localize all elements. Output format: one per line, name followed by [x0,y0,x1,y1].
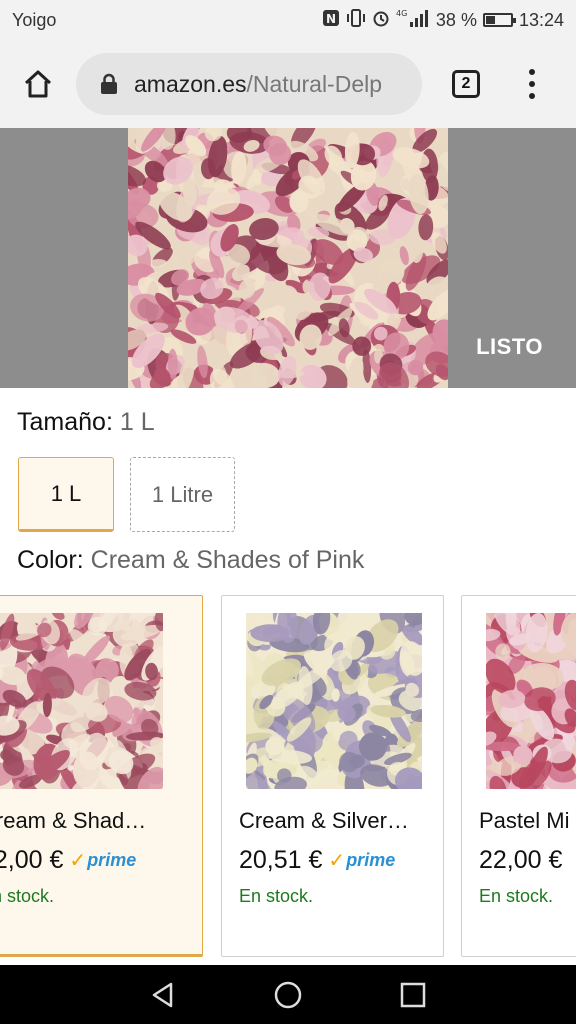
size-option-1-litre[interactable]: 1 Litre [130,457,235,532]
swatch-name: Cream & Silver… [239,808,409,833]
lock-icon [101,73,117,94]
prime-label: prime [346,850,396,870]
swatch-price: 20,51 € [239,846,323,874]
size-label: Tamaño: [17,408,113,436]
swatch-image [0,613,163,789]
carrier-name: Yoigo [12,9,57,30]
status-icons: N 4G 38 % 13:24 [322,8,564,33]
petals-thumbnail [246,613,422,789]
swatch-price: 22,00 € [479,846,563,874]
color-selected-value: Cream & Shades of Pink [90,546,365,574]
battery-icon [482,13,516,27]
home-button[interactable] [14,60,62,108]
tab-switcher-button[interactable]: 2 [446,64,486,104]
color-option-pastel-mix[interactable]: Pastel Mi 22,00 € En stock. [461,595,576,957]
vibrate-icon [346,8,366,32]
size-selected-value: 1 L [119,408,155,436]
home-circle-icon [274,981,302,1008]
petals-image [128,128,448,388]
back-icon [152,982,172,1007]
swatch-stock: En stock. [239,886,314,906]
home-nav-button[interactable] [268,975,308,1015]
product-image[interactable] [128,128,448,388]
color-heading: Color: Cream & Shades of Pink [17,546,364,575]
prime-label: prime [87,850,137,870]
clock: 13:24 [518,9,564,30]
petals-thumbnail [486,613,576,789]
swatch-stock: En stock. [0,886,55,906]
battery-level-fill [485,16,495,24]
prime-badge: ✓ prime [69,848,136,873]
overflow-menu-icon [529,69,535,75]
swatch-name: Pastel Mi [479,808,570,833]
swatch-image [486,613,576,789]
overflow-menu-button[interactable] [522,64,542,104]
tab-count: 2 [461,75,471,92]
size-option-label: 1 Litre [151,481,214,507]
color-option-cream-silver[interactable]: Cream & Silver… 20,51 € ✓ prime En stock. [221,595,444,957]
signal-icon: 4G [396,8,430,33]
color-swatch-carousel[interactable]: Cream & Shad… 22,00 € ✓prime En stock. C… [0,595,576,957]
battery-percentage: 38 % [435,9,477,30]
swatch-price-row: 20,51 € ✓ prime [239,846,395,875]
prime-badge: ✓ prime [328,848,395,873]
size-option-label: 1 L [50,480,82,506]
url-host: amazon.es [134,70,247,97]
address-bar[interactable]: amazon.es/Natural-Delp [76,53,422,115]
swatch-image [246,613,422,789]
swatch-price: 22,00 € [0,846,64,874]
swatch-price-row: 22,00 € ✓prime [0,846,136,875]
alarm-icon [372,9,390,32]
size-heading: Tamaño: 1 L [17,408,155,437]
status-bar: Yoigo N 4G 38 % 13:24 [0,0,576,40]
browser-toolbar: amazon.es/Natural-Delp 2 [0,40,576,128]
home-icon [24,70,52,98]
system-nav-bar [0,965,576,1024]
recents-icon [401,982,426,1007]
recents-button[interactable] [393,975,433,1015]
nfc-icon: N [322,9,340,32]
url-path: /Natural-Delp [246,70,383,97]
prime-check-icon: ✓ [328,850,346,872]
menu-dot [529,81,535,87]
color-option-cream-shades-pink[interactable]: Cream & Shad… 22,00 € ✓prime En stock. [0,595,203,957]
back-button[interactable] [143,975,183,1015]
size-option-1l[interactable]: 1 L [18,457,114,532]
done-button[interactable]: LISTO [476,334,543,360]
swatch-name: Cream & Shad… [0,808,147,833]
swatch-price-row: 22,00 € [479,846,562,875]
tabs-icon: 2 [452,70,480,98]
network-type-text: 4G [396,9,407,18]
prime-check-icon: ✓ [69,850,87,872]
svg-text:N: N [326,12,336,26]
color-label: Color: [17,546,84,574]
swatch-stock: En stock. [479,886,554,906]
menu-dot [529,93,535,99]
url-text: amazon.es/Natural-Delp [134,71,382,98]
petals-thumbnail [0,613,163,789]
product-image-viewer: LISTO [0,128,576,388]
